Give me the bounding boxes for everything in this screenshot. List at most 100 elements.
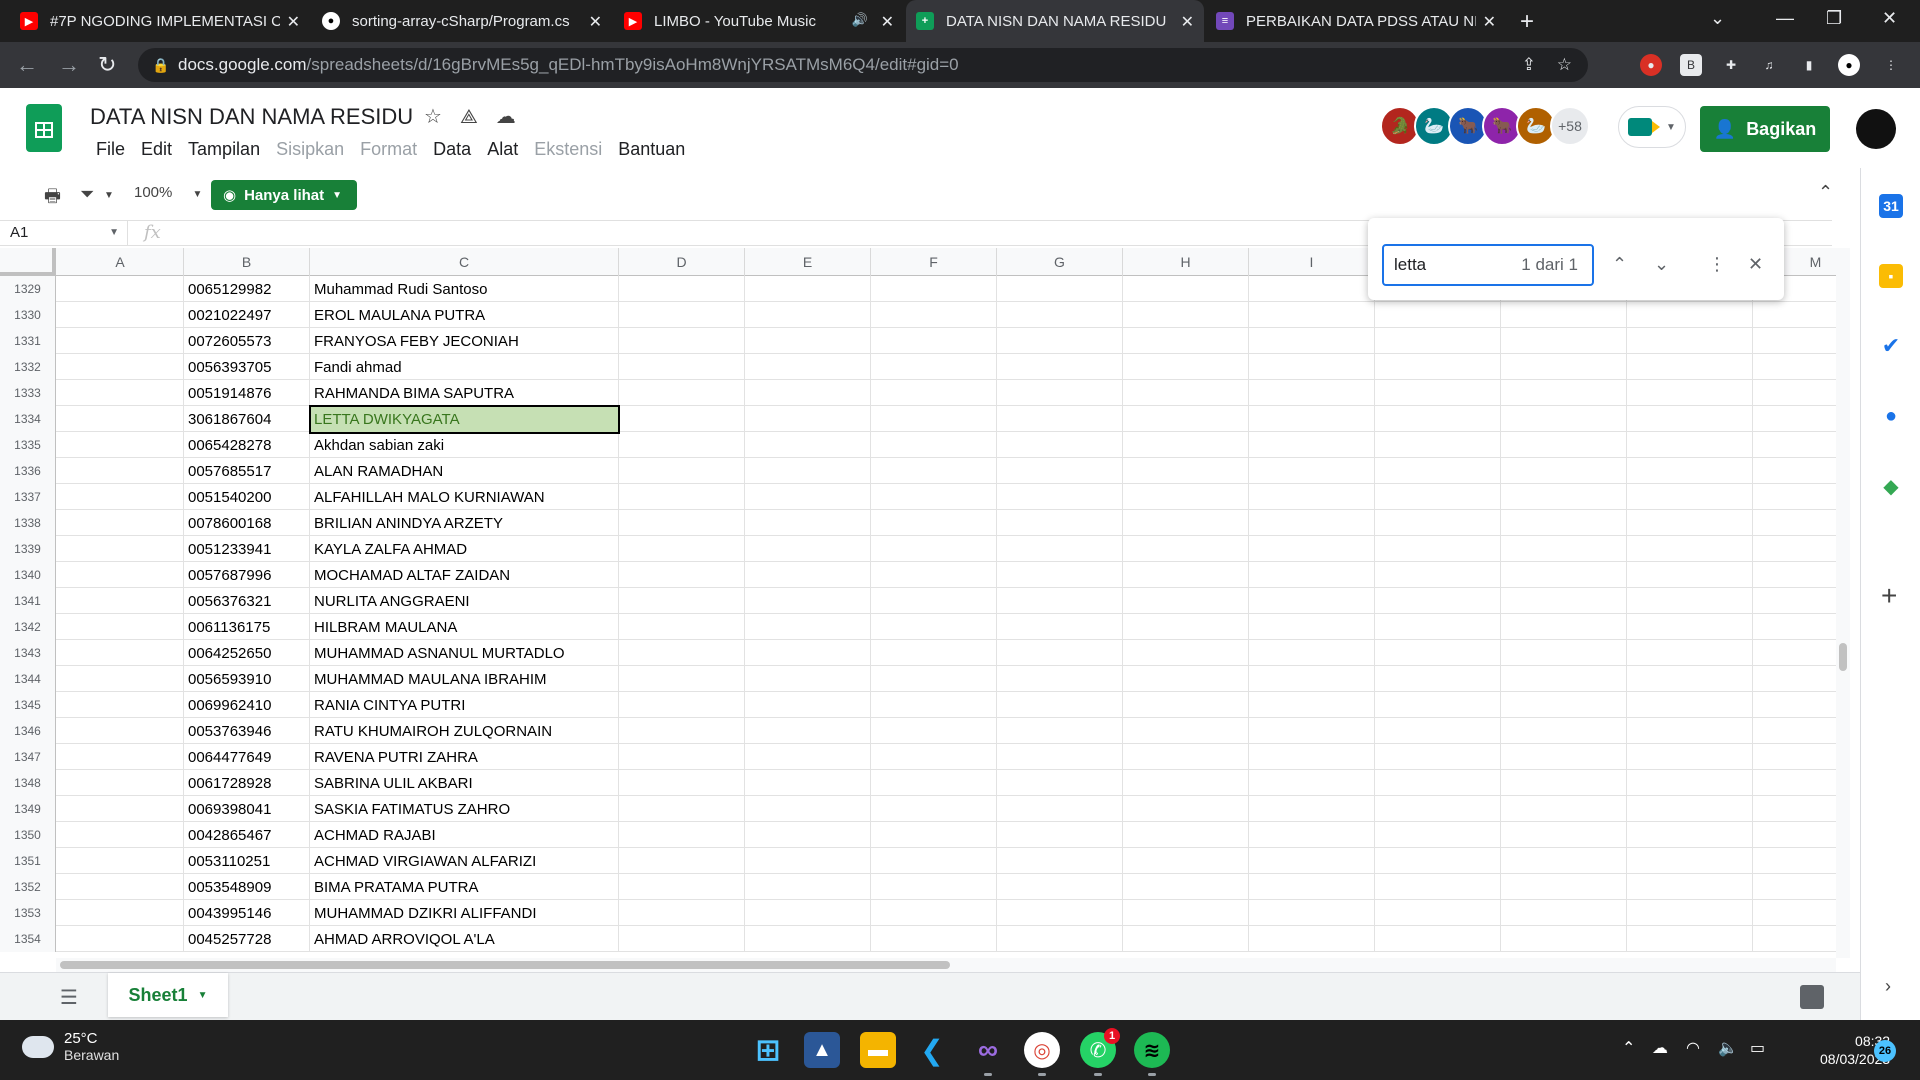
browser-tab[interactable]: ▶ LIMBO - YouTube Music ✕ 🔊 xyxy=(614,0,904,42)
cell-g[interactable] xyxy=(997,770,1123,796)
cell-e[interactable] xyxy=(745,614,871,640)
view-only-button[interactable]: ◉ Hanya lihat ▼ xyxy=(211,180,357,210)
share-button[interactable]: 👤 Bagikan xyxy=(1700,106,1830,152)
cell-k[interactable] xyxy=(1501,666,1627,692)
cell-c[interactable]: SASKIA FATIMATUS ZAHRO xyxy=(310,796,619,822)
cell-a[interactable] xyxy=(57,718,184,744)
cell-c[interactable]: ALAN RAMADHAN xyxy=(310,458,619,484)
cell-d[interactable] xyxy=(619,302,745,328)
cell-f[interactable] xyxy=(871,926,997,952)
row-number[interactable]: 1330 xyxy=(0,302,56,328)
cell-a[interactable] xyxy=(57,276,184,302)
cell-c[interactable]: HILBRAM MAULANA xyxy=(310,614,619,640)
cell-l[interactable] xyxy=(1627,458,1753,484)
cell-f[interactable] xyxy=(871,666,997,692)
cell-e[interactable] xyxy=(745,796,871,822)
cell-h[interactable] xyxy=(1123,510,1249,536)
column-header-f[interactable]: F xyxy=(871,248,997,276)
cell-f[interactable] xyxy=(871,380,997,406)
cell-k[interactable] xyxy=(1501,588,1627,614)
cell-h[interactable] xyxy=(1123,900,1249,926)
cell-l[interactable] xyxy=(1627,354,1753,380)
cell-h[interactable] xyxy=(1123,822,1249,848)
cell-g[interactable] xyxy=(997,926,1123,952)
cell-c[interactable]: KAYLA ZALFA AHMAD xyxy=(310,536,619,562)
cell-l[interactable] xyxy=(1627,536,1753,562)
cell-a[interactable] xyxy=(57,328,184,354)
cell-d[interactable] xyxy=(619,276,745,302)
bookmark-star-icon[interactable]: ☆ xyxy=(1557,48,1572,82)
menu-item-format[interactable]: Format xyxy=(352,139,425,160)
cell-f[interactable] xyxy=(871,770,997,796)
cell-b[interactable]: 0072605573 xyxy=(184,328,310,354)
cell-k[interactable] xyxy=(1501,718,1627,744)
cell-f[interactable] xyxy=(871,510,997,536)
cell-l[interactable] xyxy=(1627,796,1753,822)
cell-a[interactable] xyxy=(57,900,184,926)
cell-g[interactable] xyxy=(997,458,1123,484)
cell-m[interactable] xyxy=(1753,354,1836,380)
tab-search-icon[interactable]: ⌄ xyxy=(1710,8,1725,29)
cell-j[interactable] xyxy=(1375,536,1501,562)
cell-i[interactable] xyxy=(1249,822,1375,848)
menu-item-file[interactable]: File xyxy=(88,139,133,160)
browser-tab[interactable]: ▶ #7P NGODING IMPLEMENTASI C ✕ xyxy=(10,0,310,42)
cell-j[interactable] xyxy=(1375,692,1501,718)
cell-l[interactable] xyxy=(1627,822,1753,848)
all-sheets-icon[interactable]: ☰ xyxy=(60,985,78,1010)
cell-h[interactable] xyxy=(1123,692,1249,718)
cell-i[interactable] xyxy=(1249,380,1375,406)
cell-d[interactable] xyxy=(619,926,745,952)
cell-l[interactable] xyxy=(1627,302,1753,328)
column-header-b[interactable]: B xyxy=(184,248,310,276)
move-to-drive-icon[interactable]: ⟁ xyxy=(460,106,496,128)
cell-i[interactable] xyxy=(1249,432,1375,458)
cell-i[interactable] xyxy=(1249,640,1375,666)
cell-g[interactable] xyxy=(997,432,1123,458)
menu-item-ekstensi[interactable]: Ekstensi xyxy=(526,139,610,160)
file-explorer-icon[interactable]: ▬ xyxy=(860,1032,896,1068)
menu-item-edit[interactable]: Edit xyxy=(133,139,180,160)
cell-k[interactable] xyxy=(1501,822,1627,848)
cell-a[interactable] xyxy=(57,744,184,770)
cell-e[interactable] xyxy=(745,484,871,510)
cell-i[interactable] xyxy=(1249,900,1375,926)
cell-d[interactable] xyxy=(619,640,745,666)
cell-f[interactable] xyxy=(871,718,997,744)
cell-m[interactable] xyxy=(1753,718,1836,744)
cell-a[interactable] xyxy=(57,770,184,796)
tasks-icon[interactable]: ✔ xyxy=(1879,333,1903,358)
cell-m[interactable] xyxy=(1753,666,1836,692)
battery-icon[interactable]: ▭ xyxy=(1750,1038,1765,1058)
cell-l[interactable] xyxy=(1627,900,1753,926)
cell-e[interactable] xyxy=(745,302,871,328)
cell-b[interactable]: 0045257728 xyxy=(184,926,310,952)
cell-k[interactable] xyxy=(1501,926,1627,952)
weather-widget[interactable]: 25°C Berawan xyxy=(22,1027,119,1063)
cell-g[interactable] xyxy=(997,614,1123,640)
cell-e[interactable] xyxy=(745,666,871,692)
cell-b[interactable]: 0061728928 xyxy=(184,770,310,796)
cell-f[interactable] xyxy=(871,874,997,900)
row-number[interactable]: 1339 xyxy=(0,536,56,562)
cell-l[interactable] xyxy=(1627,926,1753,952)
cell-e[interactable] xyxy=(745,744,871,770)
cell-k[interactable] xyxy=(1501,302,1627,328)
cell-i[interactable] xyxy=(1249,666,1375,692)
cell-f[interactable] xyxy=(871,354,997,380)
cell-j[interactable] xyxy=(1375,666,1501,692)
cell-l[interactable] xyxy=(1627,432,1753,458)
cell-e[interactable] xyxy=(745,354,871,380)
cell-m[interactable] xyxy=(1753,744,1836,770)
cell-g[interactable] xyxy=(997,484,1123,510)
cell-m[interactable] xyxy=(1753,484,1836,510)
browser-menu-icon[interactable]: ⋮ xyxy=(1880,54,1902,76)
cell-k[interactable] xyxy=(1501,432,1627,458)
cell-a[interactable] xyxy=(57,380,184,406)
cell-j[interactable] xyxy=(1375,822,1501,848)
url-field[interactable]: 🔒 docs.google.com/spreadsheets/d/16gBrvM… xyxy=(138,48,1588,82)
close-window-icon[interactable]: ✕ xyxy=(1882,8,1897,29)
row-number[interactable]: 1344 xyxy=(0,666,56,692)
cell-i[interactable] xyxy=(1249,874,1375,900)
cell-l[interactable] xyxy=(1627,484,1753,510)
